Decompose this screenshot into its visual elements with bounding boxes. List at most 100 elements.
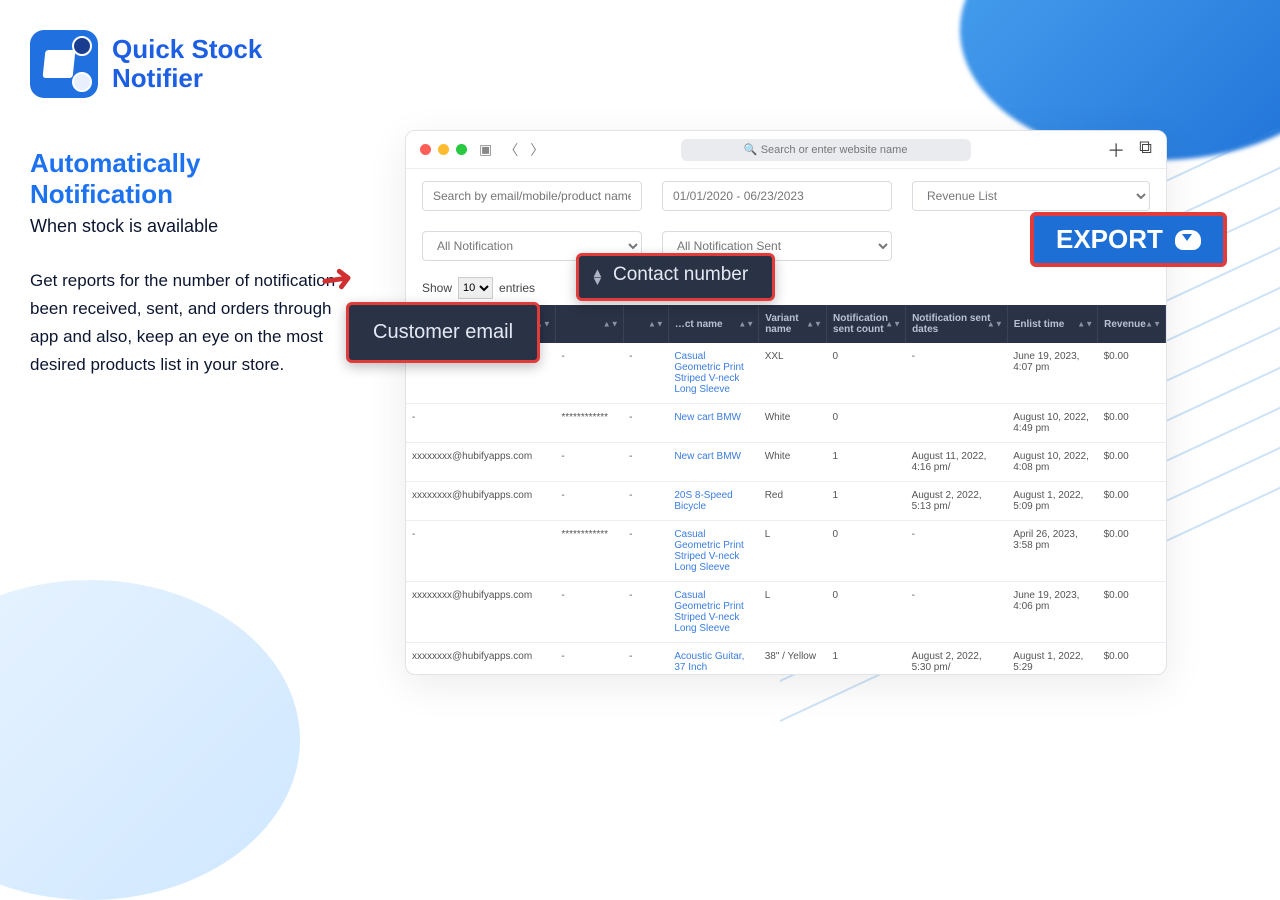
cloud-download-icon: [1175, 230, 1201, 250]
cell-count: 0: [826, 404, 905, 443]
cell-variant: Red: [759, 482, 827, 521]
cell-dates: August 11, 2022, 4:16 pm/: [906, 443, 1008, 482]
cell-phone: -: [555, 343, 623, 404]
cell-count: 0: [826, 582, 905, 643]
window-controls[interactable]: [420, 144, 467, 155]
minimize-icon[interactable]: [438, 144, 449, 155]
cell-variant: L: [759, 521, 827, 582]
th-sent-dates[interactable]: Notification sent dates▲▼: [906, 305, 1008, 343]
entries-per-page-select[interactable]: 10: [458, 277, 493, 299]
cell-enlist: August 10, 2022, 4:08 pm: [1007, 443, 1097, 482]
revenue-select[interactable]: Revenue List: [912, 181, 1150, 211]
th-phone[interactable]: ▲▼: [555, 305, 623, 343]
cell-revenue: $0.00: [1098, 443, 1166, 482]
cell-enlist: June 19, 2023, 4:06 pm: [1007, 582, 1097, 643]
th-product[interactable]: …ct name▲▼: [668, 305, 758, 343]
cell-product[interactable]: New cart BMW: [668, 443, 758, 482]
app-title: Quick Stock Notifier: [112, 35, 262, 92]
table-row: xxxxxxxx@hubifyapps.com--20S 8-Speed Bic…: [406, 482, 1166, 521]
cell-enlist: August 1, 2022, 5:29: [1007, 643, 1097, 676]
promo-body: Get reports for the number of notificati…: [30, 267, 350, 379]
date-range-input[interactable]: [662, 181, 892, 211]
cell-product[interactable]: Acoustic Guitar, 37 Inch: [668, 643, 758, 676]
th-country[interactable]: ▲▼: [623, 305, 668, 343]
callout-customer-email: Customer email: [346, 302, 540, 363]
cell-enlist: April 26, 2023, 3:58 pm: [1007, 521, 1097, 582]
back-icon[interactable]: 〈: [504, 140, 518, 160]
maximize-icon[interactable]: [456, 144, 467, 155]
cell-dates: [906, 404, 1008, 443]
promo-heading: Automatically Notification: [30, 148, 350, 210]
cell-phone: -: [555, 482, 623, 521]
th-revenue[interactable]: Revenue▲▼: [1098, 305, 1166, 343]
export-button[interactable]: EXPORT: [1030, 212, 1227, 267]
decorative-footer-blob: [0, 580, 300, 900]
cell-dates: -: [906, 343, 1008, 404]
th-sent-count[interactable]: Notification sent count▲▼: [826, 305, 905, 343]
sidebar-toggle-icon[interactable]: ▣: [479, 141, 492, 158]
cell-phone: ************: [555, 521, 623, 582]
promo-copy: Automatically Notification When stock is…: [30, 148, 350, 379]
table-row: xxxxxxxx@hubifyapps.com--Casual Geometri…: [406, 582, 1166, 643]
cell-email: xxxxxxxx@hubifyapps.com: [406, 482, 555, 521]
th-enlist[interactable]: Enlist time▲▼: [1007, 305, 1097, 343]
browser-toolbar: ▣ 〈 〉 🔍 Search or enter website name ＋ ⧉: [406, 131, 1166, 169]
cell-revenue: $0.00: [1098, 582, 1166, 643]
cell-email: xxxxxxxx@hubifyapps.com: [406, 643, 555, 676]
cell-country: -: [623, 343, 668, 404]
sort-icon: ▲▼: [591, 269, 604, 285]
cell-product[interactable]: New cart BMW: [668, 404, 758, 443]
cell-country: -: [623, 404, 668, 443]
cell-country: -: [623, 643, 668, 676]
cell-dates: August 2, 2022, 5:30 pm/: [906, 643, 1008, 676]
table-row: xxxxxxxx@hubifyapps.com--Acoustic Guitar…: [406, 643, 1166, 676]
app-logo-area: Quick Stock Notifier: [30, 30, 262, 98]
cell-phone: ************: [555, 404, 623, 443]
cell-enlist: August 1, 2022, 5:09 pm: [1007, 482, 1097, 521]
cell-email: xxxxxxxx@hubifyapps.com: [406, 582, 555, 643]
cell-email: xxxxxxxx@hubifyapps.com: [406, 443, 555, 482]
cell-product[interactable]: Casual Geometric Print Striped V-neck Lo…: [668, 343, 758, 404]
cell-country: -: [623, 482, 668, 521]
cell-email: -: [406, 404, 555, 443]
cell-enlist: August 10, 2022, 4:49 pm: [1007, 404, 1097, 443]
cell-product[interactable]: Casual Geometric Print Striped V-neck Lo…: [668, 521, 758, 582]
cell-variant: White: [759, 404, 827, 443]
table-row: xxxxxxxx@hubifyapps.com--New cart BMWWhi…: [406, 443, 1166, 482]
cell-variant: 38" / Yellow: [759, 643, 827, 676]
cell-dates: -: [906, 521, 1008, 582]
search-input[interactable]: [422, 181, 642, 211]
table-row: -************-Casual Geometric Print Str…: [406, 521, 1166, 582]
new-tab-icon[interactable]: ＋: [1107, 137, 1125, 163]
cell-phone: -: [555, 443, 623, 482]
cell-dates: -: [906, 582, 1008, 643]
promo-subheading: When stock is available: [30, 216, 350, 237]
cell-count: 1: [826, 443, 905, 482]
app-logo-icon: [30, 30, 98, 98]
cell-variant: L: [759, 582, 827, 643]
cell-count: 0: [826, 343, 905, 404]
cell-product[interactable]: Casual Geometric Print Striped V-neck Lo…: [668, 582, 758, 643]
cell-country: -: [623, 582, 668, 643]
cell-dates: August 2, 2022, 5:13 pm/: [906, 482, 1008, 521]
cell-variant: White: [759, 443, 827, 482]
cell-revenue: $0.00: [1098, 482, 1166, 521]
copy-icon[interactable]: ⧉: [1139, 137, 1152, 163]
arrow-icon: ➜: [317, 254, 357, 304]
cell-phone: -: [555, 643, 623, 676]
forward-icon[interactable]: 〉: [530, 140, 544, 160]
callout-contact-number: ▲▼ Contact number: [576, 253, 775, 301]
close-icon[interactable]: [420, 144, 431, 155]
cell-count: 0: [826, 521, 905, 582]
cell-count: 1: [826, 482, 905, 521]
entries-pager: Show 10 entries: [406, 261, 1166, 305]
cell-variant: XXL: [759, 343, 827, 404]
cell-product[interactable]: 20S 8-Speed Bicycle: [668, 482, 758, 521]
cell-country: -: [623, 521, 668, 582]
address-bar[interactable]: 🔍 Search or enter website name: [681, 139, 971, 161]
cell-enlist: June 19, 2023, 4:07 pm: [1007, 343, 1097, 404]
th-variant[interactable]: Variant name▲▼: [759, 305, 827, 343]
cell-count: 1: [826, 643, 905, 676]
cell-email: -: [406, 521, 555, 582]
cell-revenue: $0.00: [1098, 404, 1166, 443]
